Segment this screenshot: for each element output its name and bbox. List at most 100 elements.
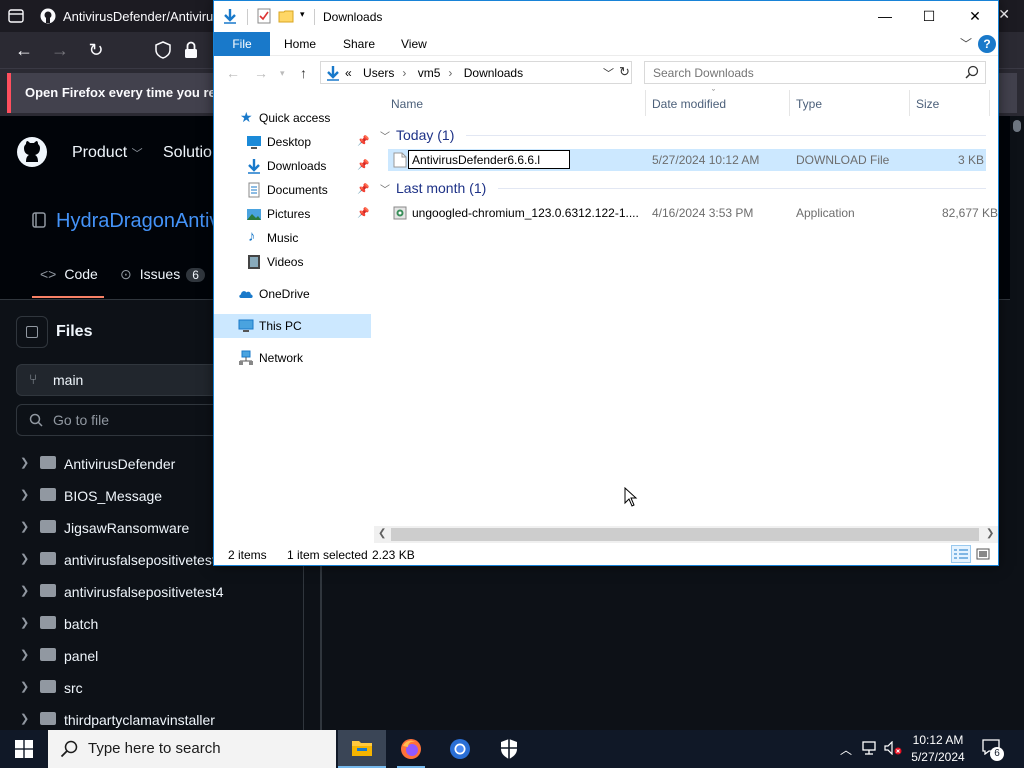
- up-arrow-icon[interactable]: ↑: [300, 65, 307, 81]
- chevron-right-icon[interactable]: ❯: [20, 648, 29, 661]
- tab-share[interactable]: Share: [343, 37, 375, 51]
- column-divider[interactable]: [789, 90, 790, 116]
- column-size[interactable]: Size: [916, 97, 939, 111]
- tab-home[interactable]: Home: [284, 37, 316, 51]
- tab-view[interactable]: View: [401, 37, 427, 51]
- back-arrow-icon[interactable]: ←: [226, 65, 240, 81]
- group-header-last-month[interactable]: ﹀ Last month (1): [380, 180, 486, 196]
- reload-icon[interactable]: ↻: [86, 40, 106, 60]
- minimize-button[interactable]: —: [862, 1, 908, 32]
- sidebar-collapse-icon[interactable]: [16, 316, 48, 348]
- chevron-right-icon[interactable]: ❯: [20, 616, 29, 629]
- pin-icon[interactable]: 📌: [357, 160, 369, 171]
- repo-name-link[interactable]: HydraDragonAntiv: [56, 210, 219, 233]
- pin-icon[interactable]: 📌: [357, 184, 369, 195]
- scrollbar-thumb[interactable]: [1013, 120, 1021, 132]
- taskbar-security[interactable]: [485, 730, 533, 768]
- browser-scrollbar[interactable]: [1010, 116, 1024, 730]
- taskbar-firefox[interactable]: [387, 730, 435, 768]
- lock-icon[interactable]: [184, 41, 198, 59]
- column-divider[interactable]: [645, 90, 646, 116]
- customize-quick-access-icon[interactable]: ▾: [300, 9, 305, 20]
- tree-item[interactable]: ❯ panel: [0, 640, 304, 672]
- pin-icon[interactable]: 📌: [357, 136, 369, 147]
- shield-icon[interactable]: [154, 41, 172, 59]
- nav-desktop[interactable]: Desktop 📌: [214, 130, 371, 154]
- breadcrumb-vm5[interactable]: vm5: [418, 66, 441, 80]
- github-logo-icon[interactable]: [16, 136, 48, 168]
- tab-file[interactable]: File: [214, 32, 270, 56]
- new-folder-icon[interactable]: [278, 8, 294, 24]
- tree-item[interactable]: ❯ batch: [0, 608, 304, 640]
- taskbar-chromium[interactable]: [436, 730, 484, 768]
- nav-documents[interactable]: Documents 📌: [214, 178, 371, 202]
- nav-quick-access[interactable]: ★ Quick access: [214, 106, 371, 130]
- breadcrumb-downloads[interactable]: Downloads: [464, 66, 523, 80]
- explorer-title-bar[interactable]: ▾ Downloads — ☐ ✕: [214, 1, 998, 32]
- search-input[interactable]: [646, 63, 956, 82]
- search-field[interactable]: [644, 61, 986, 84]
- nav-network[interactable]: Network: [214, 346, 371, 370]
- tab-issues[interactable]: ⊙ Issues 6: [120, 266, 205, 283]
- address-dropdown-icon[interactable]: ﹀: [603, 65, 614, 81]
- show-hidden-icons-icon[interactable]: ︿: [840, 741, 852, 758]
- nav-pictures[interactable]: Pictures 📌: [214, 202, 371, 226]
- back-arrow-icon[interactable]: ←: [14, 40, 34, 60]
- search-icon[interactable]: [965, 65, 979, 79]
- details-view-button[interactable]: [951, 545, 971, 563]
- help-button[interactable]: ?: [978, 35, 996, 53]
- tree-item[interactable]: ❯ antivirusfalsepositivetest4: [0, 576, 304, 608]
- tab-list-icon[interactable]: [8, 8, 24, 24]
- start-button[interactable]: [0, 730, 48, 768]
- column-divider[interactable]: [989, 90, 990, 116]
- recent-locations-icon[interactable]: ▾: [280, 68, 285, 79]
- file-row[interactable]: ungoogled-chromium_123.0.6312.122-1.... …: [388, 202, 998, 224]
- taskbar-search-box[interactable]: Type here to search: [48, 730, 336, 768]
- scroll-right-icon[interactable]: ❯: [986, 528, 994, 539]
- column-divider[interactable]: [909, 90, 910, 116]
- column-date-modified[interactable]: Date modified: [652, 97, 726, 111]
- properties-icon[interactable]: [256, 8, 272, 24]
- nav-this-pc[interactable]: This PC: [214, 314, 371, 338]
- chevron-down-icon[interactable]: ﹀: [380, 185, 390, 196]
- refresh-icon[interactable]: ↻: [619, 64, 630, 80]
- chevron-right-icon[interactable]: ❯: [20, 584, 29, 597]
- scrollbar-thumb[interactable]: [391, 528, 979, 541]
- network-icon[interactable]: [862, 741, 878, 755]
- tree-item[interactable]: ❯ src: [0, 672, 304, 704]
- file-row[interactable]: 5/27/2024 10:12 AM DOWNLOAD File 3 KB: [388, 149, 986, 171]
- taskbar-file-explorer[interactable]: [338, 730, 386, 768]
- column-name[interactable]: Name: [391, 97, 423, 111]
- chevron-right-icon[interactable]: ›: [448, 66, 452, 80]
- horizontal-scrollbar[interactable]: ❮ ❯: [374, 526, 998, 543]
- chevron-right-icon[interactable]: ❯: [20, 456, 29, 469]
- maximize-button[interactable]: ☐: [906, 1, 952, 32]
- chevron-right-icon[interactable]: ❯: [20, 680, 29, 693]
- browser-tab-title[interactable]: AntivirusDefender/Antivirus: [63, 9, 220, 24]
- forward-arrow-icon[interactable]: →: [254, 65, 268, 81]
- breadcrumb-users[interactable]: Users: [363, 66, 394, 80]
- chevron-right-icon[interactable]: ❯: [20, 552, 29, 565]
- forward-arrow-icon[interactable]: →: [50, 40, 70, 60]
- nav-videos[interactable]: Videos: [214, 250, 371, 274]
- large-icons-view-button[interactable]: [973, 545, 993, 563]
- nav-onedrive[interactable]: OneDrive: [214, 282, 371, 306]
- rename-input[interactable]: [408, 150, 570, 169]
- chevron-right-icon[interactable]: ›: [402, 66, 406, 80]
- close-button[interactable]: ✕: [952, 1, 998, 32]
- action-center-button[interactable]: 6: [982, 739, 1004, 761]
- expand-ribbon-icon[interactable]: ﹀: [960, 35, 972, 52]
- volume-muted-icon[interactable]: [884, 741, 902, 755]
- address-bar[interactable]: « Users › vm5 › Downloads ﹀ ↻: [320, 61, 632, 84]
- group-header-today[interactable]: ﹀ Today (1): [380, 127, 454, 143]
- menu-solutions[interactable]: Solutio: [163, 144, 212, 162]
- chevron-right-icon[interactable]: ❯: [20, 712, 29, 725]
- close-icon[interactable]: ✕: [998, 6, 1010, 23]
- tab-code[interactable]: <> Code: [40, 266, 98, 282]
- nav-downloads[interactable]: Downloads 📌: [214, 154, 371, 178]
- chevron-down-icon[interactable]: ﹀: [380, 132, 390, 143]
- pin-icon[interactable]: 📌: [357, 208, 369, 219]
- menu-product[interactable]: Product ﹀: [72, 144, 143, 162]
- system-clock[interactable]: 10:12 AM 5/27/2024: [903, 732, 973, 766]
- breadcrumb-overflow[interactable]: «: [345, 66, 352, 80]
